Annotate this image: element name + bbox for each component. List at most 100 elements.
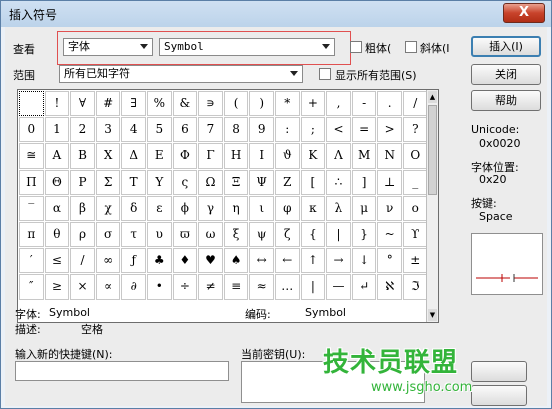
symbol-cell[interactable]: Σ — [95, 169, 121, 195]
symbol-cell[interactable]: υ — [147, 222, 172, 248]
grid-scrollbar[interactable]: ▲ ▼ — [426, 90, 438, 322]
symbol-cell[interactable]: ∝ — [95, 274, 121, 300]
symbol-cell[interactable]: ! — [44, 91, 70, 117]
symbol-cell[interactable]: ∃ — [121, 91, 146, 117]
symbol-cell[interactable]: ] — [351, 169, 377, 195]
symbol-cell[interactable]: Ρ — [70, 169, 95, 195]
symbol-cell[interactable]: > — [377, 117, 402, 143]
symbol-cell[interactable]: Ω — [198, 169, 223, 195]
symbol-cell[interactable]: # — [95, 91, 121, 117]
symbol-cell[interactable]: τ — [121, 222, 146, 248]
symbol-cell[interactable]: ← — [275, 248, 300, 274]
symbol-cell[interactable]: σ — [95, 222, 121, 248]
symbol-cell[interactable]: < — [326, 117, 351, 143]
symbol-cell[interactable]: ∴ — [326, 169, 351, 195]
symbol-cell[interactable]: ° — [377, 248, 402, 274]
scroll-thumb[interactable] — [428, 105, 437, 195]
symbol-cell[interactable]: ÷ — [172, 274, 198, 300]
symbol-cell[interactable]: Κ — [300, 143, 326, 169]
symbol-cell[interactable]: × — [70, 274, 95, 300]
symbol-cell[interactable]: λ — [326, 195, 351, 221]
symbol-cell[interactable]: } — [351, 222, 377, 248]
symbol-cell[interactable]: ε — [147, 195, 172, 221]
symbol-cell[interactable]: χ — [95, 195, 121, 221]
symbol-cell[interactable]: η — [223, 195, 249, 221]
range-select[interactable]: 所有已知字符 — [59, 65, 303, 83]
symbol-cell[interactable]: ± — [403, 248, 428, 274]
symbol-cell[interactable]: % — [147, 91, 172, 117]
symbol-cell[interactable]: 9 — [249, 117, 274, 143]
symbol-cell[interactable]: Ο — [403, 143, 428, 169]
font-select[interactable]: Symbol — [159, 38, 335, 56]
symbol-cell[interactable]: Β — [70, 143, 95, 169]
symbol-cell[interactable]: ; — [300, 117, 326, 143]
symbol-cell[interactable]: = — [351, 117, 377, 143]
symbol-cell[interactable]: ≡ — [223, 274, 249, 300]
symbol-cell[interactable]: Η — [223, 143, 249, 169]
symbol-cell[interactable]: ∂ — [121, 274, 146, 300]
new-shortcut-input[interactable] — [15, 361, 229, 381]
symbol-cell[interactable]: … — [275, 274, 300, 300]
symbol-cell[interactable]: ∍ — [198, 91, 223, 117]
symbol-cell[interactable]: — — [326, 274, 351, 300]
symbol-cell[interactable]: Χ — [95, 143, 121, 169]
symbol-cell[interactable]: [ — [300, 169, 326, 195]
symbol-cell[interactable]: Α — [44, 143, 70, 169]
symbol-cell[interactable]: ι — [249, 195, 274, 221]
symbol-cell[interactable]: 1 — [44, 117, 70, 143]
symbol-cell[interactable]: ω — [198, 222, 223, 248]
symbol-cell[interactable]: 4 — [121, 117, 146, 143]
symbol-cell[interactable]: 8 — [223, 117, 249, 143]
symbol-cell[interactable]: ≠ — [198, 274, 223, 300]
symbol-cell[interactable]: κ — [300, 195, 326, 221]
symbol-cell[interactable]: ϒ — [403, 222, 428, 248]
symbol-cell[interactable]: ℵ — [377, 274, 402, 300]
close-window-button[interactable]: X — [503, 3, 545, 23]
symbol-cell[interactable]: ↔ — [249, 248, 274, 274]
symbol-cell[interactable]: ζ — [275, 222, 300, 248]
symbol-cell[interactable]: Μ — [351, 143, 377, 169]
symbol-cell[interactable]: Ι — [249, 143, 274, 169]
symbol-cell[interactable]: + — [300, 91, 326, 117]
symbol-cell[interactable]: ρ — [70, 222, 95, 248]
symbol-cell[interactable]: Ξ — [223, 169, 249, 195]
symbol-cell[interactable]: ≤ — [44, 248, 70, 274]
symbol-cell[interactable]: ⊥ — [377, 169, 402, 195]
symbol-cell[interactable]: ↵ — [351, 274, 377, 300]
symbol-cell[interactable]: 7 — [198, 117, 223, 143]
symbol-cell[interactable]: : — [275, 117, 300, 143]
symbol-cell[interactable]: ϕ — [172, 195, 198, 221]
symbol-cell[interactable]: ♥ — [198, 248, 223, 274]
symbol-cell[interactable]: Ν — [377, 143, 402, 169]
symbol-cell[interactable]: φ — [275, 195, 300, 221]
help-button[interactable]: 帮助 — [471, 90, 541, 111]
symbol-cell[interactable]: ‾ — [19, 195, 44, 221]
symbol-cell[interactable]: μ — [351, 195, 377, 221]
symbol-cell[interactable]: - — [351, 91, 377, 117]
symbol-cell[interactable]: → — [326, 248, 351, 274]
symbol-cell[interactable]: ≅ — [19, 143, 44, 169]
symbol-cell[interactable]: ∞ — [95, 248, 121, 274]
symbol-cell[interactable]: Θ — [44, 169, 70, 195]
symbol-cell[interactable]: ♠ — [223, 248, 249, 274]
symbol-cell[interactable]: Ζ — [275, 169, 300, 195]
bold-checkbox[interactable] — [350, 41, 362, 53]
symbol-cell[interactable]: Φ — [172, 143, 198, 169]
symbol-cell[interactable]: . — [377, 91, 402, 117]
symbol-cell[interactable]: ƒ — [121, 248, 146, 274]
italic-checkbox[interactable] — [405, 41, 417, 53]
symbol-cell[interactable]: ″ — [19, 274, 44, 300]
scroll-down-icon[interactable]: ▼ — [428, 309, 437, 321]
symbol-cell[interactable]: γ — [198, 195, 223, 221]
symbol-cell[interactable]: π — [19, 222, 44, 248]
symbol-cell[interactable]: θ — [44, 222, 70, 248]
symbol-cell[interactable]: ≥ — [44, 274, 70, 300]
symbol-cell[interactable] — [19, 91, 44, 117]
symbol-cell[interactable]: ϖ — [172, 222, 198, 248]
show-all-ranges-checkbox[interactable] — [319, 68, 331, 80]
insert-button[interactable]: 插入(I) — [471, 36, 541, 57]
symbol-cell[interactable]: ≈ — [249, 274, 274, 300]
symbol-cell[interactable]: ) — [249, 91, 274, 117]
symbol-cell[interactable]: Ε — [147, 143, 172, 169]
symbol-cell[interactable]: Ψ — [249, 169, 274, 195]
